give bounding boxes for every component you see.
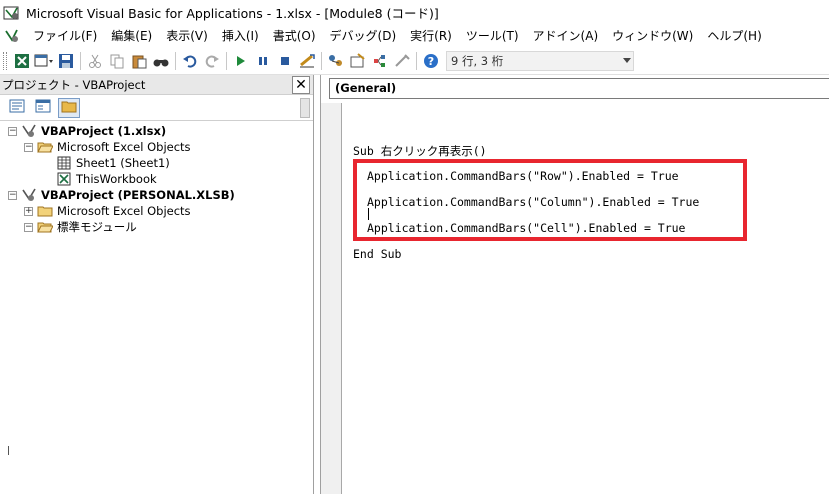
cursor-position-text: 9 行, 3 桁 [451,53,504,68]
collapse-toggle[interactable]: − [8,190,17,200]
collapse-toggle[interactable]: − [24,222,33,232]
menu-bar: ファイル(F) 編集(E) 表示(V) 挿入(I) 書式(O) デバッグ(D) … [0,25,829,47]
design-mode-icon[interactable] [296,50,318,72]
project-explorer: プロジェクト - VBAProject ✕ − VBAProject (1.xl [0,75,314,494]
menu-run[interactable]: 実行(R) [403,25,459,47]
cut-icon[interactable] [84,50,106,72]
tree-node-excel-objects-1[interactable]: − Microsoft Excel Objects [0,139,313,155]
menu-debug[interactable]: デバッグ(D) [323,25,404,47]
code-line[interactable]: Sub 右クリック再表示() [353,143,487,159]
collapse-toggle[interactable]: − [24,142,33,152]
expand-toggle[interactable]: + [24,206,33,216]
view-code-icon [9,99,25,116]
toolbar-separator [416,51,417,70]
open-folder-icon [37,140,54,154]
properties-icon[interactable] [347,50,369,72]
paste-icon[interactable] [128,50,150,72]
tree-node-vbaproject-personal[interactable]: − VBAProject (PERSONAL.XLSB) [0,187,313,203]
folder-icon [61,99,77,116]
standard-toolbar: ? 9 行, 3 桁 [0,47,829,75]
excel-icon[interactable] [11,50,33,72]
menu-edit[interactable]: 編集(E) [104,25,159,47]
menu-format[interactable]: 書式(O) [266,25,323,47]
tree-node-excel-objects-2[interactable]: + Microsoft Excel Objects [0,203,313,219]
undo-icon[interactable] [179,50,201,72]
toolbar-overflow-handle[interactable] [300,98,310,118]
object-browser-icon[interactable] [369,50,391,72]
save-icon[interactable] [55,50,77,72]
run-icon[interactable] [230,50,252,72]
toolbar-separator [175,51,176,70]
code-window: (General) Sub 右クリック再表示() Application.Com… [320,75,829,494]
break-icon[interactable] [252,50,274,72]
tree-node-standard-modules[interactable]: − 標準モジュール [0,219,313,235]
help-icon[interactable]: ? [420,50,442,72]
menu-view[interactable]: 表示(V) [159,25,215,47]
menu-insert[interactable]: 挿入(I) [215,25,266,47]
menu-addins[interactable]: アドイン(A) [526,25,606,47]
text-caret [368,208,369,220]
svg-text:?: ? [428,55,434,68]
close-project-explorer-button[interactable]: ✕ [292,76,310,94]
vba-menu-icon[interactable] [4,28,20,44]
tree-node-label: ThisWorkbook [76,172,157,186]
workbook-icon [56,172,72,186]
view-object-button[interactable] [32,98,54,118]
code-line[interactable]: End Sub [353,247,401,261]
menu-file[interactable]: ファイル(F) [26,25,104,47]
toolbox-icon[interactable] [391,50,413,72]
tree-node-label: 標準モジュール [57,220,137,234]
toolbar-separator [80,51,81,70]
vba-project-icon [21,124,37,138]
view-object-icon [35,99,51,116]
code-editor[interactable]: Sub 右クリック再表示() Application.CommandBars("… [343,103,829,494]
folder-icon [37,204,53,218]
menu-tools[interactable]: ツール(T) [459,25,526,47]
tree-node-sheet1[interactable]: Sheet1 (Sheet1) [0,155,313,171]
menu-window[interactable]: ウィンドウ(W) [605,25,700,47]
project-explorer-toolbar [0,95,313,121]
project-explorer-icon[interactable] [325,50,347,72]
view-code-button[interactable] [6,98,28,118]
project-tree: − VBAProject (1.xlsx) − Microsoft Excel … [0,121,313,235]
reset-icon[interactable] [274,50,296,72]
toolbar-options-chevron-icon[interactable] [623,57,631,63]
worksheet-icon [56,156,72,170]
copy-icon[interactable] [106,50,128,72]
tree-node-label: Sheet1 (Sheet1) [76,156,170,170]
splitter-mark [8,446,9,455]
vba-project-icon [21,188,37,202]
window-title: Microsoft Visual Basic for Applications … [26,6,439,21]
object-combo[interactable]: (General) [329,78,829,99]
red-highlight-box [353,159,747,241]
tree-node-thisworkbook[interactable]: ThisWorkbook [0,171,313,187]
tree-node-label: VBAProject (PERSONAL.XLSB) [41,188,235,202]
redo-icon[interactable] [201,50,223,72]
open-folder-icon [37,220,54,234]
cursor-position-status: 9 行, 3 桁 [446,50,634,71]
project-explorer-header: プロジェクト - VBAProject ✕ [0,75,313,95]
tree-node-vbaproject-1[interactable]: − VBAProject (1.xlsx) [0,123,313,139]
toolbar-separator [321,51,322,70]
toolbar-separator [226,51,227,70]
title-bar: Microsoft Visual Basic for Applications … [0,0,829,25]
tree-node-label: VBAProject (1.xlsx) [41,124,167,138]
object-combo-value: (General) [335,81,397,95]
collapse-toggle[interactable]: − [8,126,17,136]
project-explorer-title: プロジェクト - VBAProject [2,77,146,92]
margin-indicator-bar[interactable] [321,103,342,494]
toggle-folders-button[interactable] [58,97,80,118]
vba-app-icon[interactable] [3,4,21,22]
insert-userform-icon[interactable] [33,50,55,72]
tree-node-label: Microsoft Excel Objects [57,204,191,218]
menu-help[interactable]: ヘルプ(H) [700,25,768,47]
find-icon[interactable] [150,50,172,72]
toolbar-grip[interactable] [3,51,7,70]
tree-node-label: Microsoft Excel Objects [57,140,191,154]
